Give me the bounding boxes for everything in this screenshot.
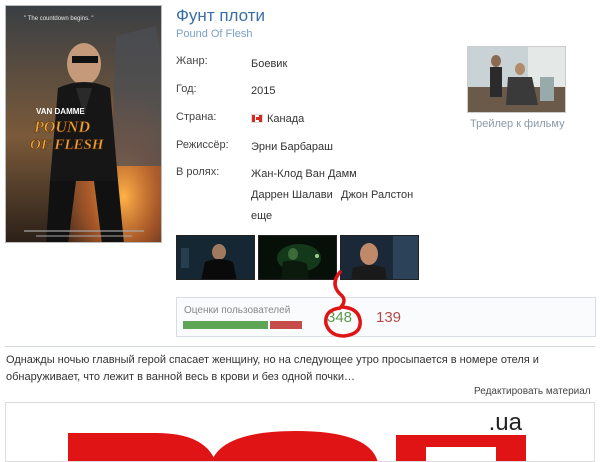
poster-title-line2: OF FLESH xyxy=(30,137,105,153)
director-label: Режиссёр: xyxy=(176,139,229,151)
ad-banner[interactable]: .ua xyxy=(5,402,595,462)
genre-value[interactable]: Боевик xyxy=(251,58,287,70)
cast-member[interactable]: Даррен Шалави xyxy=(251,189,333,201)
cast-member[interactable]: Жан-Клод Ван Дамм xyxy=(251,168,357,180)
trailer-link[interactable]: Трейлер к фильму xyxy=(470,118,565,130)
movie-poster[interactable]: " The countdown begins. " VAN DAMME POUN… xyxy=(5,5,162,243)
genre-label: Жанр: xyxy=(176,55,208,67)
dislikes-count[interactable]: 139 xyxy=(376,309,401,326)
country-label: Страна: xyxy=(176,111,217,123)
poster-title-line1: POUND xyxy=(33,119,90,136)
poster-actor-name: VAN DAMME xyxy=(36,107,85,116)
cast-label: В ролях: xyxy=(176,166,220,178)
divider xyxy=(5,346,595,347)
red-circle-annotation xyxy=(324,270,362,338)
rating-bar-likes xyxy=(183,321,268,329)
banner-domain-text: .ua xyxy=(488,409,522,436)
cast-more-link[interactable]: еще xyxy=(251,210,272,222)
rating-bar-dislikes xyxy=(270,321,302,329)
trailer-thumbnail[interactable] xyxy=(467,46,566,113)
movie-still-1[interactable] xyxy=(176,235,255,280)
year-value[interactable]: 2015 xyxy=(251,85,275,97)
director-value[interactable]: Эрни Барбараш xyxy=(251,141,333,153)
movie-description: Однажды ночью главный герой спасает женщ… xyxy=(6,354,539,383)
rating-label: Оценки пользователей xyxy=(184,305,291,316)
country-name: Канада xyxy=(267,113,305,125)
poster-tagline: " The countdown begins. " xyxy=(24,16,94,22)
country-value[interactable]: Канада xyxy=(251,113,304,125)
movie-original-title: Pound Of Flesh xyxy=(176,28,253,40)
canada-flag-icon xyxy=(251,114,263,123)
year-label: Год: xyxy=(176,83,197,95)
movie-title: Фунт плоти xyxy=(176,6,266,25)
edit-material-link[interactable]: Редактировать материал xyxy=(474,386,591,397)
cast-member[interactable]: Джон Ралстон xyxy=(341,189,413,201)
